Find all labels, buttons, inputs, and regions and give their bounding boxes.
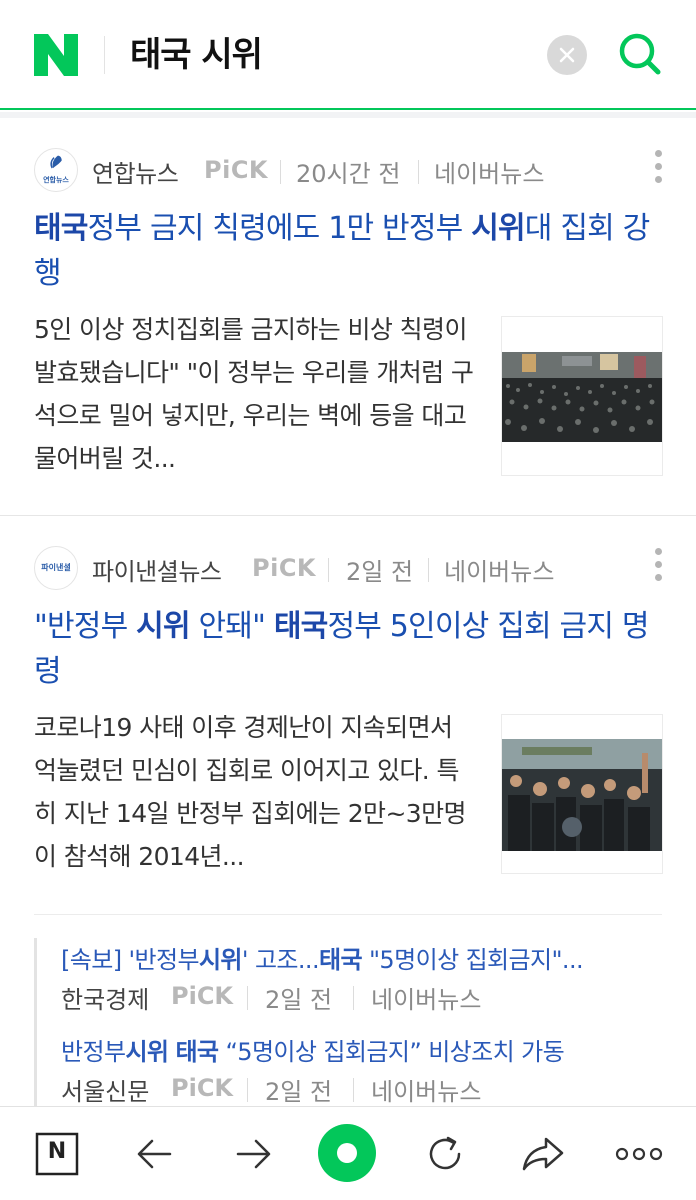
search-icon <box>619 33 661 75</box>
press-name[interactable]: 연합뉴스 <box>92 154 179 189</box>
news-description[interactable]: 코로나19 사태 이후 경제난이 지속되면서 억눌렸던 민심이 집회로 이어지고… <box>34 706 474 878</box>
news-time: 2일 전 <box>346 558 414 586</box>
title-text: "5명이상 집회금지"... <box>361 946 584 974</box>
meta-divider <box>280 160 281 184</box>
news-card: 연합뉴스 연합뉴스 PiCK 20시간 전 네이버뉴스 태국정부 금지 칙령에도… <box>0 118 696 516</box>
related-news-title[interactable]: [속보] '반정부시위' 고조...태국 "5명이상 집회금지"... <box>61 942 661 978</box>
naver-logo-icon[interactable] <box>34 34 78 76</box>
meta-divider <box>428 558 429 582</box>
related-news-item[interactable]: 반정부시위 태국 “5명이상 집회금지” 비상조치 가동 서울신문 PiCK 2… <box>61 1034 661 1106</box>
title-text: "반정부 <box>34 609 137 644</box>
news-source-row: 파이낸셜 파이낸셜뉴스 PiCK 2일 전 네이버뉴스 <box>34 546 664 592</box>
news-description[interactable]: 5인 이상 정치집회를 금지하는 비상 칙령이 발효됐습니다" "이 정부는 우… <box>34 308 474 480</box>
more-options-icon[interactable] <box>652 150 664 188</box>
related-news-list: [속보] '반정부시위' 고조...태국 "5명이상 집회금지"... 한국경제… <box>34 938 664 1118</box>
arrow-left-icon <box>137 1139 172 1169</box>
meta-divider <box>418 160 419 184</box>
pick-badge: PiCK <box>204 156 269 184</box>
related-news-meta: 서울신문 PiCK 2일 전 네이버뉴스 <box>61 1070 661 1106</box>
highlight-keyword: 태국 <box>319 946 363 974</box>
news-source[interactable]: 네이버뉴스 <box>371 980 481 1015</box>
title-text: [속보] '반정부 <box>61 946 200 974</box>
protest-photo-icon <box>502 739 662 851</box>
green-dot-button[interactable] <box>318 1124 376 1182</box>
highlight-keyword: 시위 <box>136 609 190 644</box>
search-header: 태국 시위 <box>0 0 696 110</box>
news-source[interactable]: 네이버뉴스 <box>371 1072 481 1107</box>
news-thumbnail[interactable] <box>501 714 663 874</box>
search-button[interactable] <box>614 28 666 80</box>
press-logo[interactable]: 파이낸셜 <box>34 546 78 590</box>
related-news-item[interactable]: [속보] '반정부시위' 고조...태국 "5명이상 집회금지"... 한국경제… <box>61 942 661 1014</box>
news-title[interactable]: 태국정부 금지 칙령에도 1만 반정부 시위대 집회 강행 <box>34 206 654 296</box>
green-dot-icon <box>337 1143 357 1163</box>
title-text: 반정부 <box>61 1038 126 1066</box>
title-text: “5명이상 집회금지” 비상조치 가동 <box>218 1038 565 1066</box>
related-news-title[interactable]: 반정부시위 태국 “5명이상 집회금지” 비상조치 가동 <box>61 1034 661 1070</box>
back-button[interactable] <box>132 1131 178 1177</box>
meta-divider <box>353 1078 354 1102</box>
refresh-icon <box>429 1136 461 1170</box>
press-logo-text: 파이낸셜 <box>41 563 71 572</box>
news-title[interactable]: "반정부 시위 안돼" 태국정부 5인이상 집회 금지 명령 <box>34 604 654 694</box>
more-horizontal-icon <box>615 1147 663 1161</box>
forward-button[interactable] <box>230 1131 276 1177</box>
press-name[interactable]: 서울신문 <box>61 1072 149 1107</box>
home-button[interactable]: N <box>34 1131 80 1177</box>
news-time: 20시간 전 <box>296 160 401 188</box>
pick-badge: PiCK <box>171 982 234 1010</box>
related-news-meta: 한국경제 PiCK 2일 전 네이버뉴스 <box>61 978 661 1014</box>
share-icon <box>522 1137 564 1171</box>
meta-divider <box>247 986 248 1010</box>
search-query[interactable]: 태국 시위 <box>130 34 263 76</box>
news-time: 2일 전 <box>265 1078 333 1106</box>
crowd-photo-icon <box>502 352 662 442</box>
share-button[interactable] <box>520 1131 566 1177</box>
meta-divider <box>353 986 354 1010</box>
close-icon <box>559 47 575 63</box>
press-name[interactable]: 파이낸셜뉴스 <box>92 552 222 587</box>
highlight-keyword: 시위 <box>198 946 243 974</box>
pick-badge: PiCK <box>171 1074 234 1102</box>
bottom-toolbar: N <box>0 1106 696 1200</box>
news-source[interactable]: 네이버뉴스 <box>444 552 554 587</box>
news-source-row: 연합뉴스 연합뉴스 PiCK 20시간 전 네이버뉴스 <box>34 148 664 194</box>
highlight-keyword: 시위 <box>471 211 525 246</box>
pick-badge: PiCK <box>252 554 317 582</box>
news-source[interactable]: 네이버뉴스 <box>434 154 544 189</box>
more-menu-button[interactable] <box>614 1131 664 1177</box>
related-divider <box>34 914 662 915</box>
highlight-keyword: 시위 <box>125 1038 169 1066</box>
news-time: 2일 전 <box>265 986 333 1014</box>
press-logo-text: 연합뉴스 <box>43 176 69 184</box>
press-name[interactable]: 한국경제 <box>61 980 149 1015</box>
more-options-icon[interactable] <box>652 548 664 586</box>
highlight-keyword: 태국 <box>175 1038 219 1066</box>
title-text: ' 고조... <box>241 946 320 974</box>
title-text: 정부 금지 칙령에도 1만 반정부 <box>87 211 472 246</box>
meta-divider <box>247 1078 248 1102</box>
press-logo[interactable]: 연합뉴스 <box>34 148 78 192</box>
arrow-right-icon <box>236 1139 271 1169</box>
header-divider <box>104 36 105 74</box>
meta-divider <box>328 558 329 582</box>
home-label: N <box>47 1139 67 1164</box>
news-thumbnail[interactable] <box>501 316 663 476</box>
refresh-button[interactable] <box>422 1131 468 1177</box>
highlight-keyword: 태국 <box>34 211 88 246</box>
news-card: 파이낸셜 파이낸셜뉴스 PiCK 2일 전 네이버뉴스 "반정부 시위 안돼" … <box>0 518 696 1118</box>
clear-search-button[interactable] <box>547 35 587 75</box>
highlight-keyword: 태국 <box>273 609 328 644</box>
title-text: 안돼" <box>189 609 274 644</box>
